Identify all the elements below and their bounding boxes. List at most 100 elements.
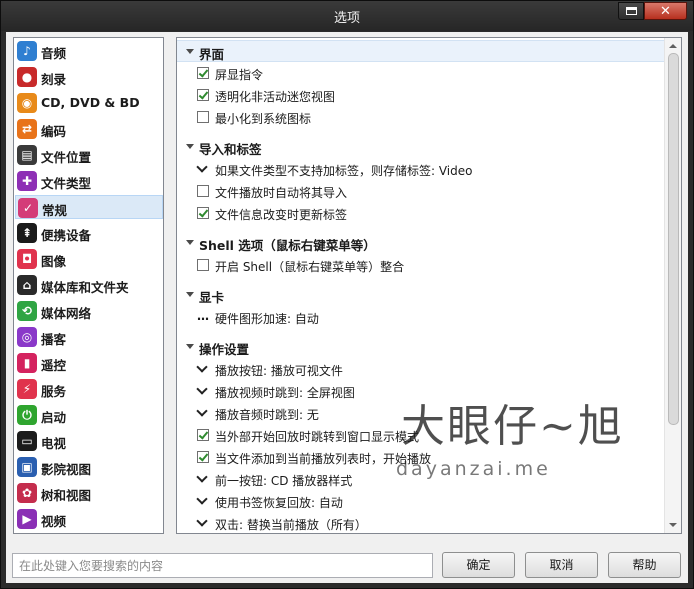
close-button[interactable]: ✕ [644, 2, 687, 20]
section-header[interactable]: Shell 选项（鼠标右键菜单等） [177, 232, 665, 254]
search-input[interactable] [13, 554, 432, 577]
option-label: 屏显指令 [215, 68, 264, 82]
option-label: 当文件添加到当前播放列表时，开始播放 [215, 452, 432, 466]
options-category-list[interactable]: ♪ 音频 ● 刻录 ◉ CD, DVD & BD ⇄ 编码 ▤ 文件位置 ✚ 文件类型 ✓ 常规 ⇞ 便携设备… [13, 37, 164, 534]
collapse-arrow-icon[interactable] [186, 49, 194, 54]
sidebar-item[interactable]: ◘ 图像 [15, 247, 163, 271]
sidebar-item[interactable]: ⟲ 媒体网络 [15, 299, 163, 323]
sidebar-item-label: 媒体库和文件夹 [41, 280, 129, 295]
sidebar-item[interactable]: ▭ 电视 [15, 429, 163, 453]
chevron-down-icon[interactable] [196, 515, 208, 527]
collapse-arrow-icon[interactable] [186, 240, 194, 245]
checkbox-option[interactable]: 屏显指令 [177, 64, 665, 84]
dropdown-option[interactable]: 播放音频时跳到: 无 [177, 404, 665, 424]
sidebar-item-label: 音频 [41, 46, 67, 61]
sidebar-item[interactable]: ◎ 播客 [15, 325, 163, 349]
vertical-scrollbar[interactable] [664, 38, 681, 533]
checkbox[interactable] [197, 429, 209, 441]
checkbox-option[interactable]: 当文件添加到当前播放列表时，开始播放 [177, 448, 665, 468]
checkbox-option[interactable]: 当外部开始回放时跳转到窗口显示模式 [177, 426, 665, 446]
chevron-down-icon[interactable] [196, 471, 208, 483]
sidebar-item-label: 文件类型 [41, 176, 92, 191]
sidebar-item[interactable]: ✿ 树和视图 [15, 481, 163, 505]
tree-view-icon: ✿ [17, 483, 37, 503]
checkbox[interactable] [197, 259, 209, 271]
sidebar-item[interactable]: ⇄ 编码 [15, 117, 163, 141]
ok-button[interactable]: 确定 [442, 552, 515, 578]
chevron-down-icon[interactable] [196, 361, 208, 373]
dropdown-option[interactable]: … 硬件图形加速: 自动 [177, 308, 665, 328]
camera-icon: ◘ [17, 249, 37, 269]
sidebar-item[interactable]: ⏻ 启动 [15, 403, 163, 427]
checkbox[interactable] [197, 185, 209, 197]
sidebar-item-label: 播客 [41, 332, 67, 347]
sidebar-item[interactable]: ⇞ 便携设备 [15, 221, 163, 245]
plug-icon: ⚡ [17, 379, 37, 399]
checkbox[interactable] [197, 89, 209, 101]
checkbox-option[interactable]: 文件播放时自动将其导入 [177, 182, 665, 202]
section-header[interactable]: 导入和标签 [177, 136, 665, 158]
option-label: 如果文件类型不支持加标签，则存储标签: Video [215, 164, 473, 178]
dropdown-option[interactable]: 前一按钮: CD 播放器样式 [177, 470, 665, 490]
section-header[interactable]: 显卡 [177, 284, 665, 306]
checkbox-option[interactable]: 文件信息改变时更新标签 [177, 204, 665, 224]
scroll-up-arrow-icon[interactable] [669, 44, 677, 48]
dropdown-option[interactable]: 播放视频时跳到: 全屏视图 [177, 382, 665, 402]
sidebar-item-label: 影院视图 [41, 462, 92, 477]
chevron-down-icon[interactable] [196, 405, 208, 417]
maximize-button[interactable] [618, 2, 644, 20]
dropdown-option[interactable]: 使用书签恢复回放: 自动 [177, 492, 665, 512]
option-label: 播放按钮: 播放可视文件 [215, 364, 343, 378]
checkbox[interactable] [197, 451, 209, 463]
section-header[interactable]: 界面 [177, 40, 665, 62]
sidebar-item-label: 遥控 [41, 358, 67, 373]
sidebar-item[interactable]: ✓ 常规 [15, 195, 163, 219]
sidebar-item[interactable]: ✚ 文件类型 [15, 169, 163, 193]
option-label: 硬件图形加速: 自动 [215, 312, 319, 326]
sidebar-item-label: 视频 [41, 514, 67, 529]
scroll-down-arrow-icon[interactable] [669, 523, 677, 527]
sidebar-item[interactable]: ▮ 遥控 [15, 351, 163, 375]
sidebar-item[interactable]: ♪ 音频 [15, 39, 163, 63]
title-bar[interactable]: 选项 ✕ [1, 1, 693, 31]
collapse-arrow-icon[interactable] [186, 292, 194, 297]
dropdown-option[interactable]: 如果文件类型不支持加标签，则存储标签: Video [177, 160, 665, 180]
sidebar-item[interactable]: ⚡ 服务 [15, 377, 163, 401]
ellipsis-icon[interactable]: … [197, 309, 210, 323]
scrollbar-thumb[interactable] [668, 53, 679, 425]
checkbox[interactable] [197, 67, 209, 79]
checkbox[interactable] [197, 111, 209, 123]
option-label: 使用书签恢复回放: 自动 [215, 496, 343, 510]
section-title: 导入和标签 [199, 142, 262, 157]
search-box[interactable] [12, 553, 433, 578]
sidebar-item-label: 启动 [41, 410, 67, 425]
film-camera-icon: ▶ [17, 509, 37, 529]
collapse-arrow-icon[interactable] [186, 344, 194, 349]
sidebar-item[interactable]: ▶ 视频 [15, 507, 163, 531]
dropdown-option[interactable]: 双击: 替换当前播放（所有） [177, 514, 665, 533]
burn-disc-icon: ● [17, 67, 37, 87]
sidebar-item[interactable]: ▤ 文件位置 [15, 143, 163, 167]
dialog-client-area: ♪ 音频 ● 刻录 ◉ CD, DVD & BD ⇄ 编码 ▤ 文件位置 ✚ 文件类型 ✓ 常规 ⇞ 便携设备… [6, 32, 688, 583]
sidebar-item[interactable]: ⌂ 媒体库和文件夹 [15, 273, 163, 297]
checkbox[interactable] [197, 207, 209, 219]
library-icon: ⌂ [17, 275, 37, 295]
sidebar-item-label: 文件位置 [41, 150, 92, 165]
help-button[interactable]: 帮助 [608, 552, 681, 578]
chevron-down-icon[interactable] [196, 493, 208, 505]
dropdown-option[interactable]: 播放按钮: 播放可视文件 [177, 360, 665, 380]
section-header[interactable]: 操作设置 [177, 336, 665, 358]
cancel-button[interactable]: 取消 [525, 552, 598, 578]
sidebar-item[interactable]: ▣ 影院视图 [15, 455, 163, 479]
checkbox-option[interactable]: 最小化到系统图标 [177, 108, 665, 128]
chevron-down-icon[interactable] [196, 161, 208, 173]
chevron-down-icon[interactable] [196, 383, 208, 395]
sidebar-item-label: 服务 [41, 384, 67, 399]
sidebar-item[interactable]: ● 刻录 [15, 65, 163, 89]
sidebar-item[interactable]: ◉ CD, DVD & BD [15, 91, 163, 115]
checkbox-option[interactable]: 透明化非活动迷您视图 [177, 86, 665, 106]
sidebar-item-label: 电视 [41, 436, 67, 451]
maximize-icon [626, 7, 637, 15]
collapse-arrow-icon[interactable] [186, 144, 194, 149]
checkbox-option[interactable]: 开启 Shell（鼠标右键菜单等）整合 [177, 256, 665, 276]
